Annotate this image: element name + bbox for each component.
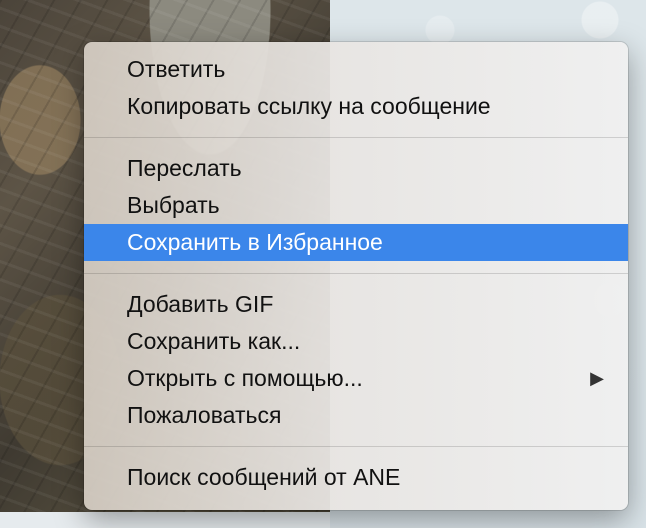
menu-item-search-messages-from-user[interactable]: Поиск сообщений от ANE (84, 459, 628, 496)
menu-item-label: Пожаловаться (127, 402, 282, 428)
submenu-arrow-icon: ▶ (590, 368, 604, 388)
menu-item-label: Поиск сообщений от ANE (127, 464, 401, 490)
menu-item-label: Сохранить как... (127, 328, 301, 354)
menu-item-label: Переслать (127, 155, 242, 181)
menu-item-select[interactable]: Выбрать (84, 187, 628, 224)
menu-item-add-gif[interactable]: Добавить GIF (84, 286, 628, 323)
menu-item-forward[interactable]: Переслать (84, 150, 628, 187)
menu-separator (84, 446, 628, 447)
photo-caption-area (0, 512, 330, 528)
menu-item-save-as[interactable]: Сохранить как... (84, 323, 628, 360)
menu-item-label: Копировать ссылку на сообщение (127, 93, 491, 119)
menu-item-label: Выбрать (127, 192, 220, 218)
menu-item-label: Ответить (127, 56, 226, 82)
menu-item-copy-message-link[interactable]: Копировать ссылку на сообщение (84, 88, 628, 125)
context-menu: Ответить Копировать ссылку на сообщение … (84, 42, 628, 510)
menu-item-label: Открыть с помощью... (127, 365, 363, 391)
menu-item-reply[interactable]: Ответить (84, 51, 628, 88)
menu-item-label: Добавить GIF (127, 291, 274, 317)
menu-item-open-with[interactable]: Открыть с помощью... ▶ (84, 360, 628, 397)
menu-separator (84, 137, 628, 138)
menu-item-label: Сохранить в Избранное (127, 229, 383, 255)
menu-item-report[interactable]: Пожаловаться (84, 397, 628, 434)
menu-item-save-to-favorites[interactable]: Сохранить в Избранное (84, 224, 628, 261)
menu-separator (84, 273, 628, 274)
